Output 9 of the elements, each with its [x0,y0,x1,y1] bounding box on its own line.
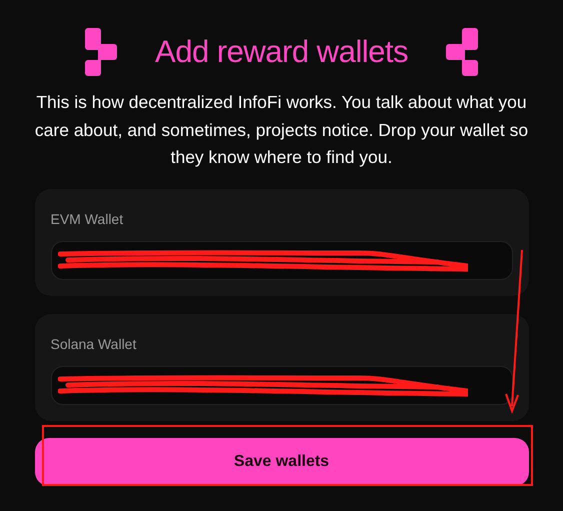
save-wallets-button[interactable]: Save wallets [34,438,528,486]
wallet-input-field[interactable] [50,240,512,280]
logo-icon [446,27,478,77]
field-label: Solana Wallet [50,334,138,354]
field-label: EVM Wallet [50,210,124,228]
wallet-input-field[interactable] [50,366,512,404]
logo-icon [85,27,118,77]
description: This is how decentralized InfoFi works. You talk about what you care about, and sometimes, projects notice. Drop your wallet so they know where to find you. [34,91,530,169]
page-title: Add reward wallets [155,32,408,71]
